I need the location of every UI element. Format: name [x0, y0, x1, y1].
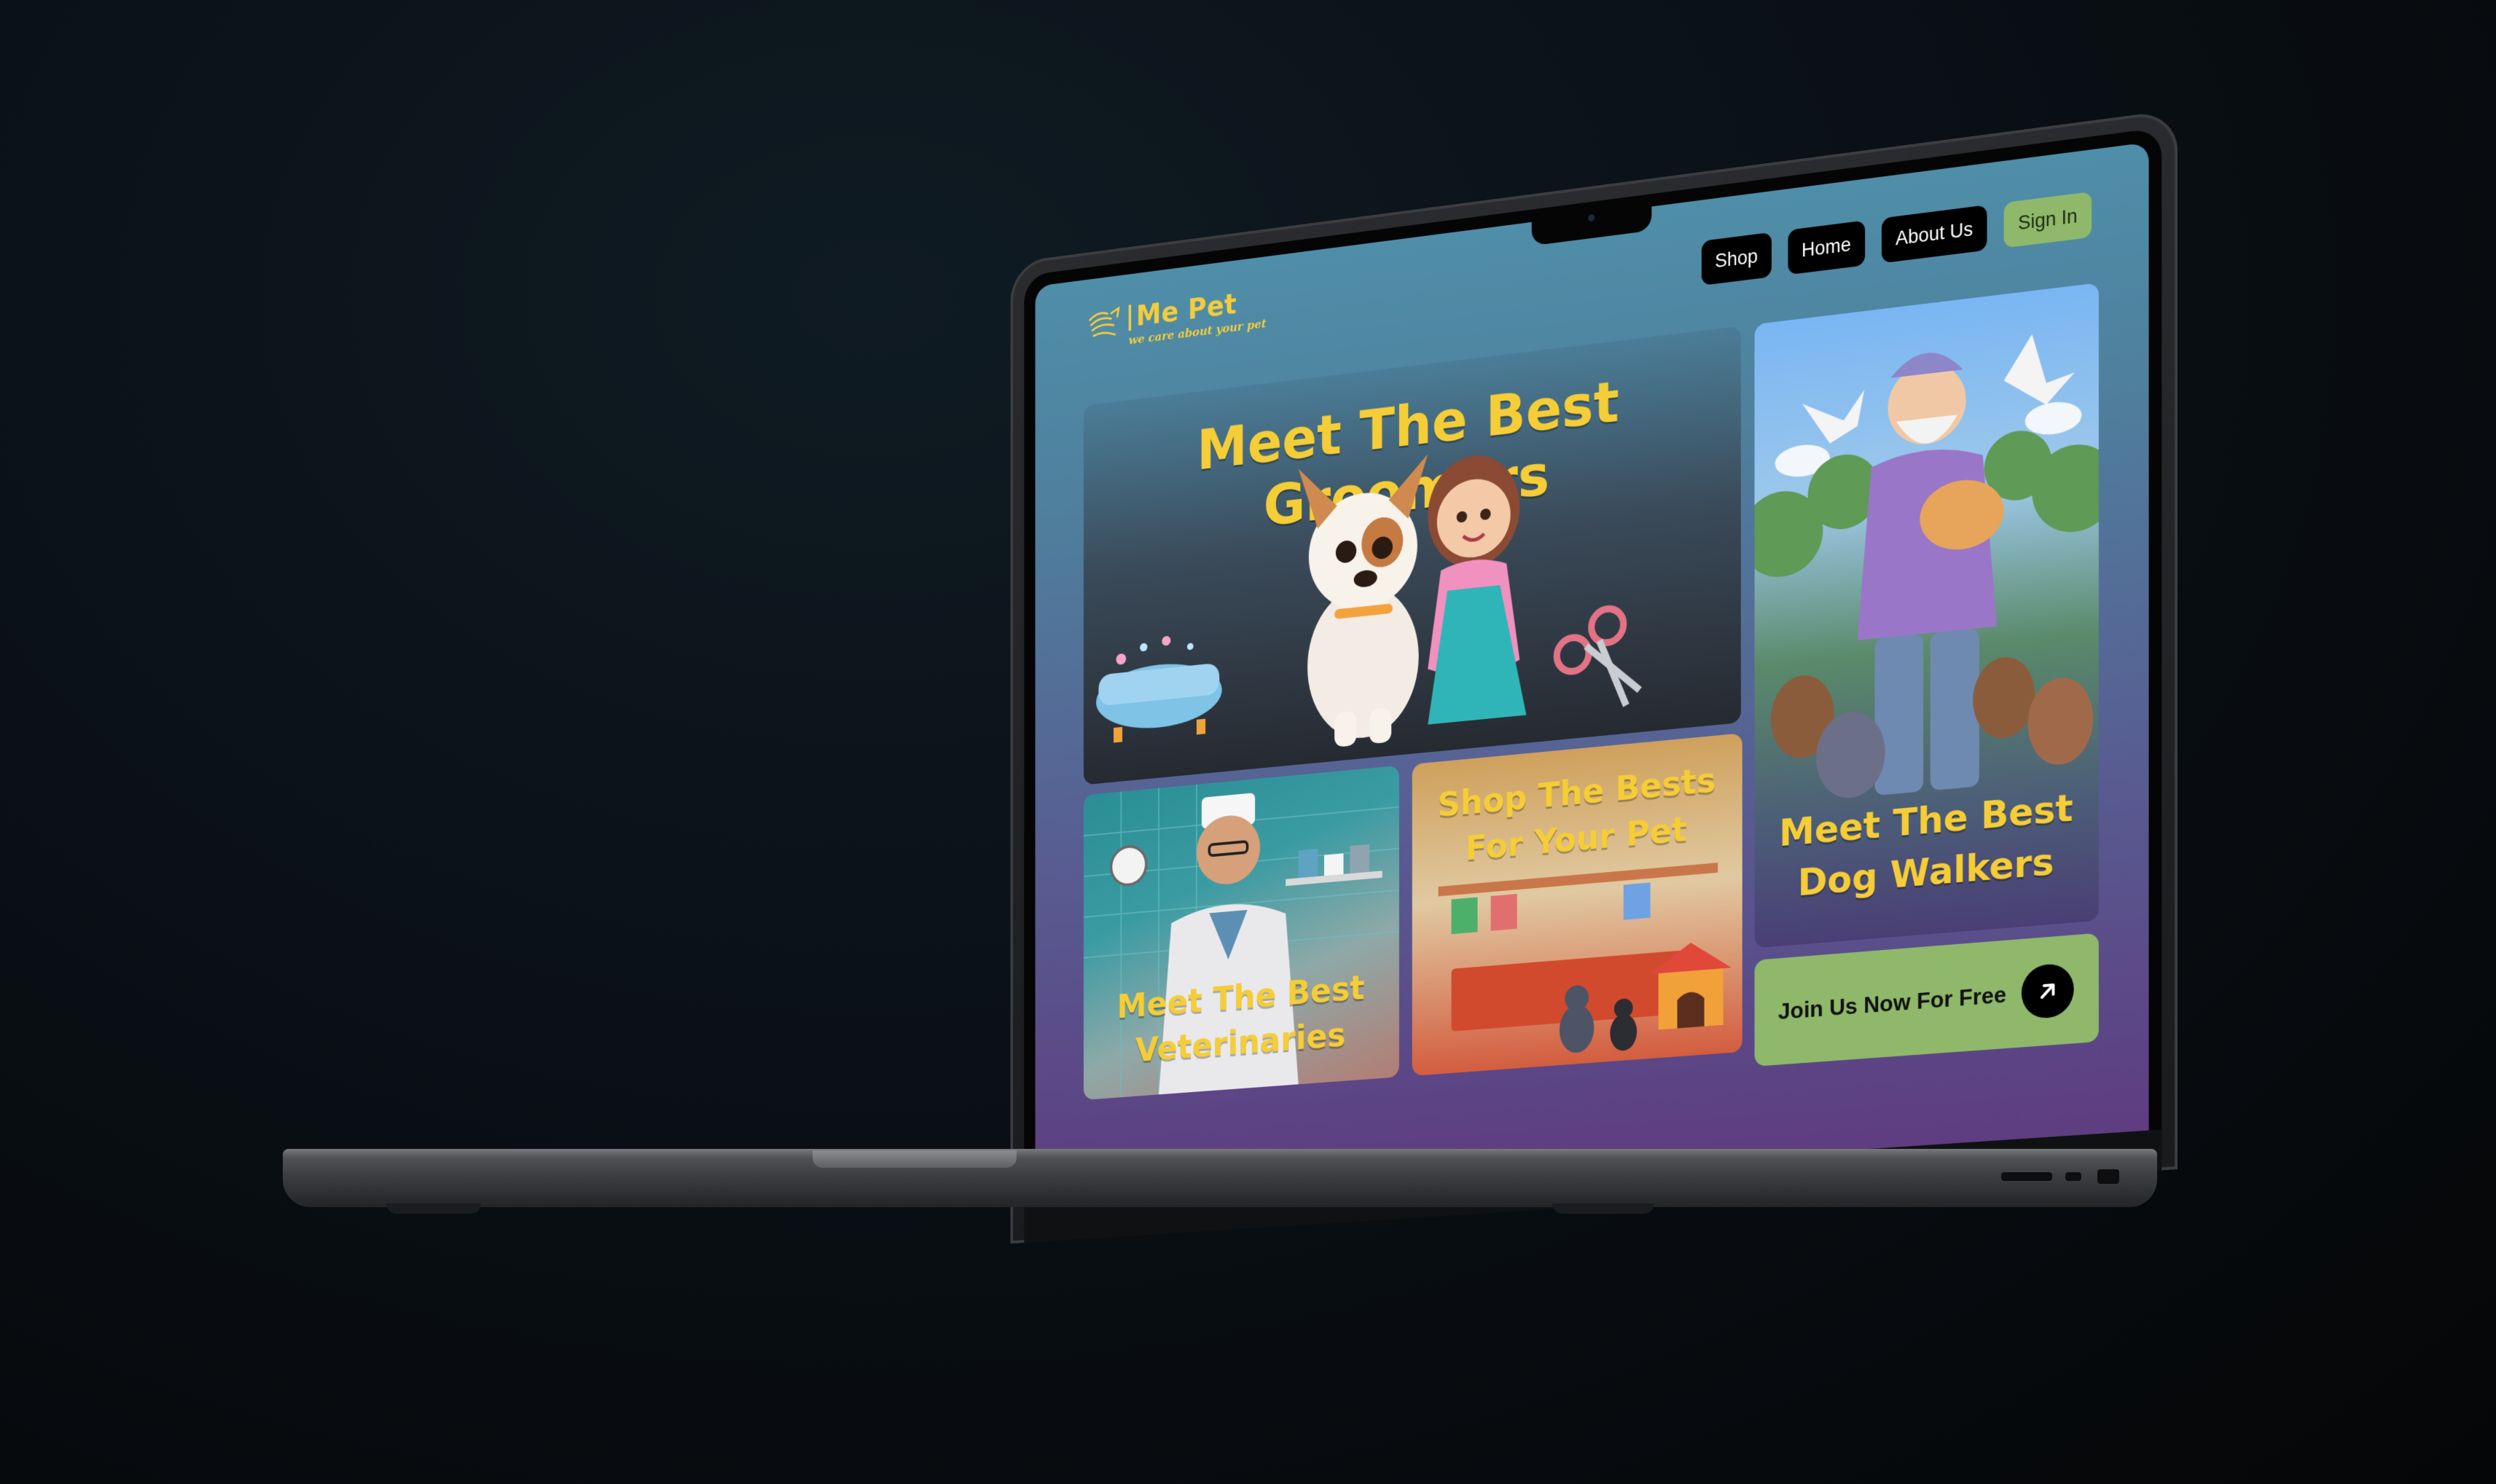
dog-walkers-card[interactable]: Meet The Best Dog Walkers	[1755, 283, 2099, 948]
usb-c-port	[2065, 1172, 2081, 1181]
laptop-foot-right	[1552, 1204, 1654, 1214]
nav-home-button[interactable]: Home	[1788, 220, 1865, 275]
pet-hand-logo-icon	[1086, 304, 1123, 347]
sd-card-port	[2001, 1172, 2052, 1181]
join-us-label: Join Us Now For Free	[1778, 981, 2006, 1024]
shop-shelves	[1439, 863, 1718, 935]
groomer-and-dog-illustration	[1084, 326, 1741, 785]
top-nav: Shop Home About Us Sign In	[1702, 192, 2092, 286]
shop-card[interactable]: Shop The Bests For Your Pet	[1412, 733, 1742, 1076]
screen-bezel: Me Pet we care about your pet Shop Home …	[1024, 127, 2161, 1243]
scissors-icon	[1557, 605, 1640, 712]
veterinaries-card[interactable]: Meet The Best Veterinaries	[1084, 766, 1399, 1100]
website-screen: Me Pet we care about your pet Shop Home …	[1036, 142, 2149, 1204]
dog-illustration	[1299, 454, 1428, 750]
laptop-lid: Me Pet we care about your pet Shop Home …	[1011, 109, 2178, 1244]
groomer-woman-illustration	[1428, 449, 1526, 724]
nav-about-us-button[interactable]: About Us	[1882, 205, 1987, 263]
laptop-foot-left	[386, 1204, 481, 1214]
sign-in-button[interactable]: Sign In	[2004, 192, 2092, 248]
wall-clock-icon	[1111, 845, 1146, 887]
nav-shop-button[interactable]: Shop	[1702, 232, 1772, 286]
magsafe-port	[2097, 1169, 2119, 1184]
arrow-up-right-icon	[2022, 962, 2074, 1020]
laptop-base	[283, 1149, 2157, 1207]
webcam-icon	[1588, 214, 1595, 222]
site-logo[interactable]: Me Pet we care about your pet	[1086, 286, 1266, 353]
lid-opening-notch	[813, 1150, 1017, 1168]
groomers-card[interactable]: Meet The Best Groomers	[1084, 326, 1741, 785]
join-us-button[interactable]: Join Us Now For Free	[1755, 933, 2099, 1067]
base-lip	[283, 1149, 2157, 1159]
shelf	[1286, 843, 1382, 886]
bathtub-icon	[1096, 630, 1222, 745]
